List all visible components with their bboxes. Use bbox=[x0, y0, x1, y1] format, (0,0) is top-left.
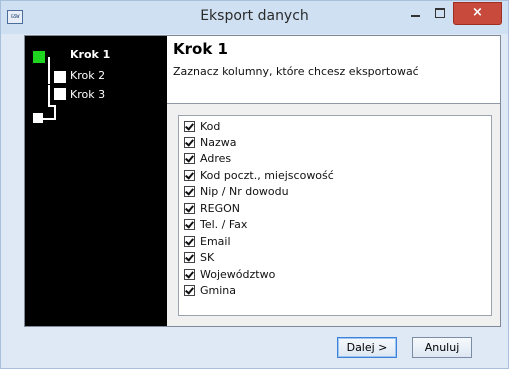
step-header: Krok 1 Zaznacz kolumny, które chcesz eks… bbox=[167, 36, 500, 104]
columns-checklist[interactable]: Kod Nazwa Adres Kod poczt., miejscowość … bbox=[178, 115, 492, 316]
step-content: Kod Nazwa Adres Kod poczt., miejscowość … bbox=[167, 104, 500, 326]
checkbox-checked-icon[interactable] bbox=[184, 169, 195, 181]
wizard-steps-sidebar: Krok 1 Krok 2 Krok 3 bbox=[25, 36, 167, 326]
checkbox-checked-icon[interactable] bbox=[184, 268, 195, 280]
maximize-button[interactable] bbox=[428, 4, 452, 24]
column-checkbox-row[interactable]: Nip / Nr dowodu bbox=[184, 183, 289, 199]
step-description: Zaznacz kolumny, które chcesz eksportowa… bbox=[173, 65, 419, 78]
column-checkbox-row[interactable]: Email bbox=[184, 233, 231, 249]
column-label: SK bbox=[200, 250, 215, 264]
column-label: Nip / Nr dowodu bbox=[200, 184, 289, 198]
step-node-end bbox=[33, 113, 43, 123]
column-checkbox-row[interactable]: Tel. / Fax bbox=[184, 216, 247, 232]
column-label: Województwo bbox=[200, 267, 276, 281]
column-label: Email bbox=[200, 234, 231, 248]
step-node-3 bbox=[54, 88, 66, 100]
column-label: Tel. / Fax bbox=[200, 217, 248, 231]
column-checkbox-row[interactable]: Nazwa bbox=[184, 134, 236, 150]
checkbox-checked-icon[interactable] bbox=[184, 202, 195, 214]
title-bar[interactable]: GSW Eksport danych × bbox=[1, 1, 508, 34]
column-label: Kod bbox=[200, 119, 221, 133]
checkbox-checked-icon[interactable] bbox=[184, 284, 195, 296]
column-checkbox-row[interactable]: Kod bbox=[184, 118, 220, 134]
column-label: REGON bbox=[200, 201, 241, 215]
checkbox-checked-icon[interactable] bbox=[184, 218, 195, 230]
column-checkbox-row[interactable]: REGON bbox=[184, 200, 240, 216]
step-label-1: Krok 1 bbox=[70, 48, 111, 61]
checkbox-checked-icon[interactable] bbox=[184, 152, 195, 164]
column-checkbox-row[interactable]: SK bbox=[184, 249, 214, 265]
cancel-button[interactable]: Anuluj bbox=[412, 337, 472, 358]
step-label-2: Krok 2 bbox=[70, 69, 106, 82]
column-label: Gmina bbox=[200, 283, 237, 297]
column-checkbox-row[interactable]: Adres bbox=[184, 150, 231, 166]
checkbox-checked-icon[interactable] bbox=[184, 136, 195, 148]
tree-connector-line bbox=[48, 85, 50, 105]
column-label: Nazwa bbox=[200, 135, 237, 149]
step-title: Krok 1 bbox=[173, 40, 228, 58]
checkbox-checked-icon[interactable] bbox=[184, 235, 195, 247]
column-checkbox-row[interactable]: Gmina bbox=[184, 282, 236, 298]
checkbox-checked-icon[interactable] bbox=[184, 120, 195, 132]
column-checkbox-row[interactable]: Kod poczt., miejscowość bbox=[184, 167, 334, 183]
step-label-3: Krok 3 bbox=[70, 88, 106, 101]
wizard-client-area: Krok 1 Krok 2 Krok 3 Krok 1 Zaznacz kolu… bbox=[24, 35, 501, 327]
column-checkbox-row[interactable]: Województwo bbox=[184, 266, 275, 282]
column-label: Kod poczt., miejscowość bbox=[200, 168, 334, 182]
step-node-1 bbox=[33, 51, 45, 63]
export-dialog-window: GSW Eksport danych × Krok 1 Krok 2 Krok … bbox=[0, 0, 509, 369]
column-label: Adres bbox=[200, 151, 232, 165]
next-button[interactable]: Dalej > bbox=[337, 337, 397, 358]
minimize-button[interactable] bbox=[403, 4, 427, 24]
checkbox-checked-icon[interactable] bbox=[184, 185, 195, 197]
close-button[interactable]: × bbox=[453, 2, 502, 25]
step-node-2 bbox=[54, 71, 66, 83]
checkbox-checked-icon[interactable] bbox=[184, 251, 195, 263]
tree-connector-line bbox=[48, 57, 50, 84]
